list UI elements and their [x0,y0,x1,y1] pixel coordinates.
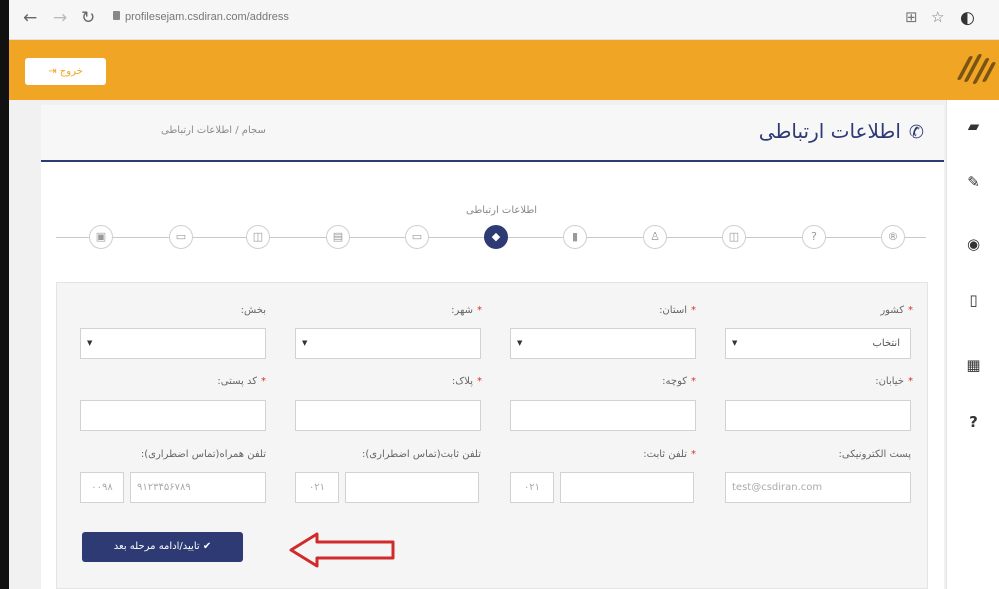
help-icon[interactable]: ? [947,412,999,432]
star-icon[interactable]: ☆ [931,8,944,26]
country-select[interactable]: ▼ انتخاب [725,328,911,359]
province-label: *استان: [659,305,696,316]
district-label: بخش: [240,305,266,316]
account-icon[interactable]: ◐ [960,8,975,28]
chevron-down-icon: ▼ [87,339,93,347]
money-icon[interactable]: ◫ [246,225,270,249]
phone-input[interactable] [560,472,694,503]
emergency-phone-label: تلفن ثابت(تماس اضطراری): [362,449,481,460]
phone-label: *تلفن ثابت: [643,449,696,460]
logout-label: خروج [59,66,83,77]
email-input[interactable]: test@csdiran.com [725,472,911,503]
graduation-cap-icon[interactable]: ◆ [484,225,508,249]
id-card-icon[interactable]: ▣ [89,225,113,249]
mobile-icon[interactable]: ▯ [947,290,999,310]
book-icon[interactable]: ▰ [947,116,999,136]
briefcase-icon[interactable]: ▤ [326,225,350,249]
chevron-down-icon: ▼ [517,339,523,347]
header-bar: خروج ⇥ [9,40,999,100]
plate-label: *پلاک: [451,376,482,387]
chevron-down-icon: ▼ [732,339,738,347]
app-window: ← → ↻ profilesejam.csdiran.com/address ⊞… [9,0,999,589]
active-step-label: اطلاعات ارتباطی [466,205,538,216]
phone-prefix: ۰۲۱ [510,472,554,503]
person-icon[interactable]: ♙ [643,225,667,249]
emergency-mobile-prefix: ۰۰۹۸ [80,472,124,503]
bookmark-icon[interactable]: ▮ [563,225,587,249]
alley-label: *کوچه: [662,376,696,387]
registered-icon[interactable]: ® [881,225,905,249]
sign-out-icon: ⇥ [48,66,57,77]
forward-icon[interactable]: → [53,8,67,28]
postal-code-label: *کد پستی: [217,376,266,387]
emergency-phone-input[interactable] [345,472,479,503]
phone-icon: ✆ [908,122,924,143]
cash-icon[interactable]: ◫ [722,225,746,249]
address-form: *کشور *استان: *شهر: بخش: ▼ انتخاب ▼ ▼ ▼ … [56,282,928,589]
translate-icon[interactable]: ⊞ [905,8,918,26]
main-card: ✆اطلاعات ارتباطی سجام / اطلاعات ارتباطی … [41,105,944,589]
plate-input[interactable] [295,400,481,431]
street-label: *خیابان: [875,376,913,387]
eye-icon[interactable]: ◉ [947,234,999,254]
question-icon[interactable]: ? [802,225,826,249]
country-label: *کشور [880,305,913,316]
city-select[interactable]: ▼ [295,328,481,359]
edit-icon[interactable]: ✎ [947,172,999,192]
street-input[interactable] [725,400,911,431]
chevron-down-icon: ▼ [302,339,308,347]
emergency-mobile-label: تلفن همراه(تماس اضطراری): [140,449,266,460]
alley-input[interactable] [510,400,696,431]
logo [949,54,997,86]
emergency-phone-prefix: ۰۲۱ [295,472,339,503]
page-title: ✆اطلاعات ارتباطی [758,119,924,143]
bank-card-icon[interactable]: ▭ [405,225,429,249]
lock-icon [113,11,120,20]
province-select[interactable]: ▼ [510,328,696,359]
logout-button[interactable]: خروج ⇥ [25,58,106,85]
back-icon[interactable]: ← [23,8,37,28]
card-header: ✆اطلاعات ارتباطی سجام / اطلاعات ارتباطی [41,105,944,162]
breadcrumb[interactable]: سجام / اطلاعات ارتباطی [161,125,266,136]
submit-button[interactable]: ✔ تایید/ادامه مرحله بعد [82,532,243,562]
building-icon[interactable]: ▦ [947,355,999,375]
emergency-mobile-input[interactable]: ۹۱۲۳۴۵۶۷۸۹ [130,472,266,503]
district-select[interactable]: ▼ [80,328,266,359]
city-label: *شهر: [451,305,482,316]
postal-code-input[interactable] [80,400,266,431]
arrow-annotation [289,532,395,568]
sidebar: ▰ ✎ ◉ ▯ ▦ ? [946,100,999,589]
credit-card-icon[interactable]: ▭ [169,225,193,249]
browser-toolbar: ← → ↻ profilesejam.csdiran.com/address ⊞… [9,0,999,40]
reload-icon[interactable]: ↻ [81,8,95,28]
address-bar[interactable]: profilesejam.csdiran.com/address [125,11,289,23]
email-label: پست الکترونیکی: [838,449,911,460]
